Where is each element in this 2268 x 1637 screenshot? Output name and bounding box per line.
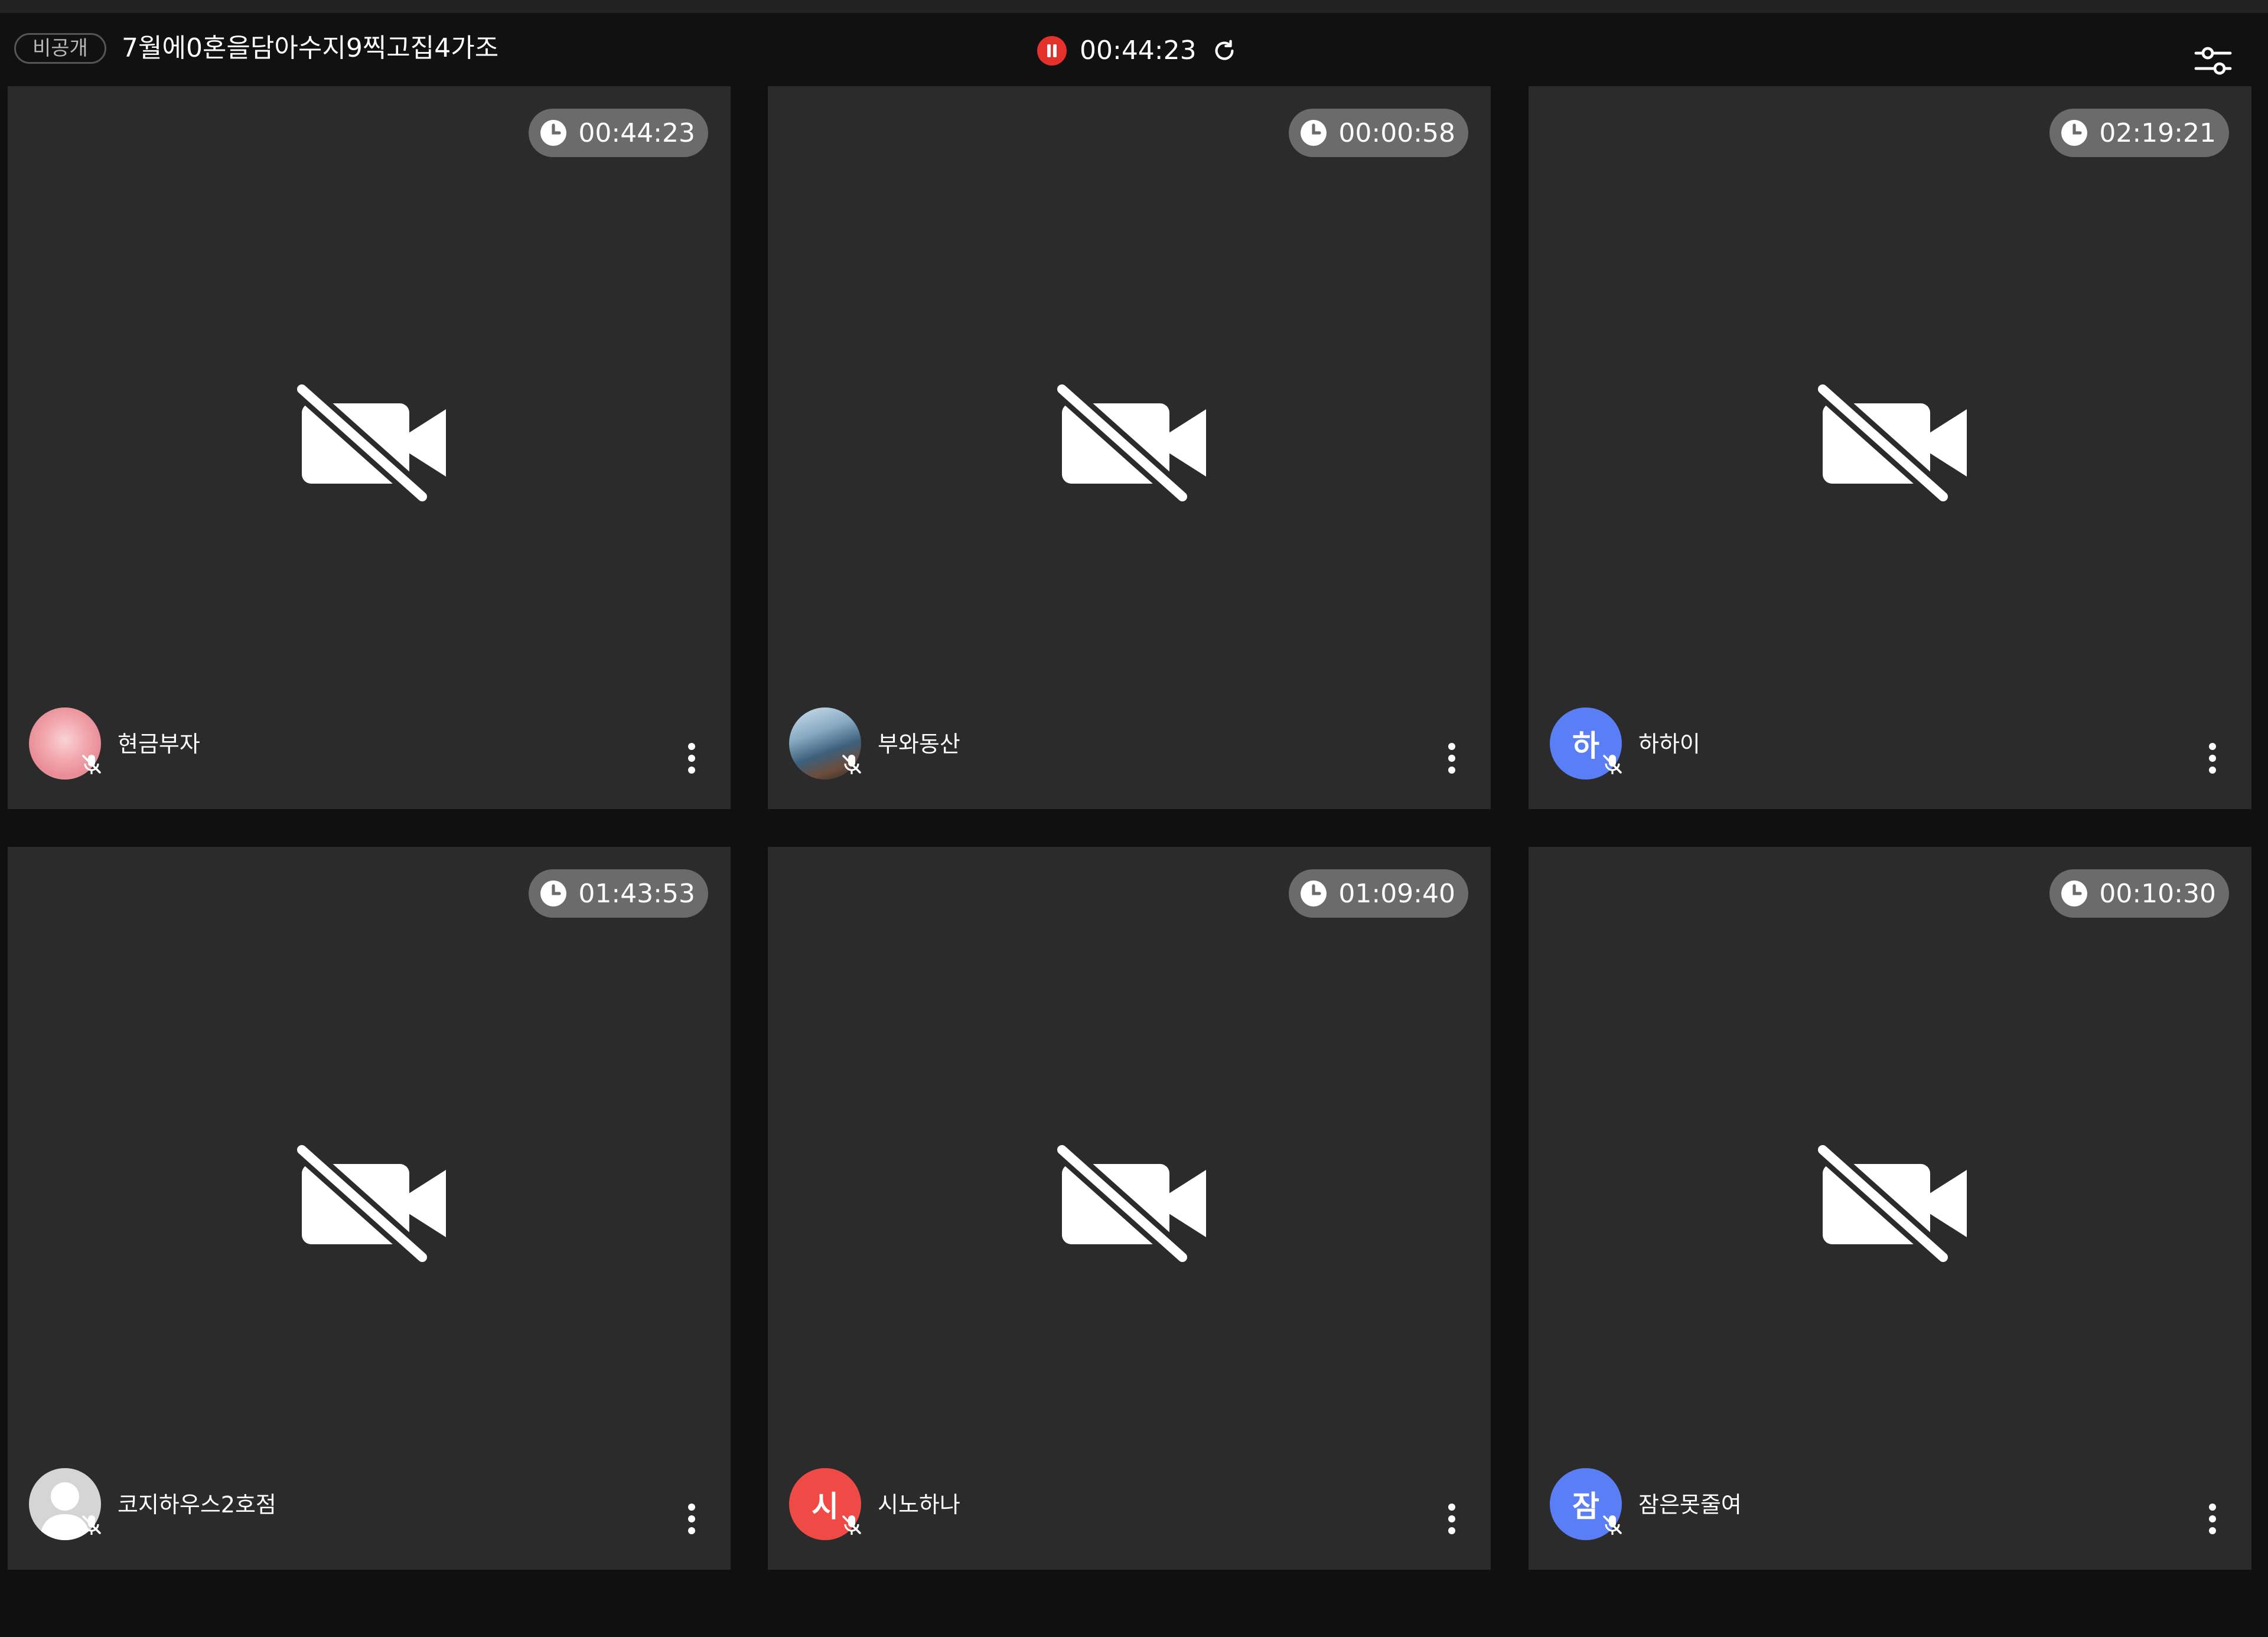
camera-off-icon xyxy=(297,1145,446,1262)
video-room-app: 비공개 7월에0혼을담아수지9찍고집4가조 00:44:23 00:44:23 xyxy=(0,0,2268,1637)
participation-timer: 00:44:23 xyxy=(529,109,708,157)
participant-tile[interactable]: 00:44:23 현금부자 xyxy=(8,86,731,809)
more-options-icon[interactable] xyxy=(2207,741,2218,776)
camera-off-icon xyxy=(297,384,446,501)
room-title: 7월에0혼을담아수지9찍고집4가조 xyxy=(122,33,499,63)
session-timer-group: 00:44:23 xyxy=(1037,33,1238,69)
timer-text: 01:43:53 xyxy=(578,878,695,909)
participant-name: 부와동산 xyxy=(878,731,960,757)
participation-timer: 02:19:21 xyxy=(2049,109,2229,157)
room-header: 비공개 7월에0혼을담아수지9찍고집4가조 00:44:23 xyxy=(0,13,2268,89)
clock-icon xyxy=(1301,881,1327,906)
participant-tile[interactable]: 01:43:53 코지하우스2호점 xyxy=(8,847,731,1570)
session-timer: 00:44:23 xyxy=(1080,35,1197,66)
participant-tile[interactable]: 00:10:30 잠 잠은못줄여 xyxy=(1529,847,2251,1570)
mic-off-icon xyxy=(1603,755,1622,774)
pause-record-icon[interactable] xyxy=(1037,36,1067,66)
participant-name: 잠은못줄여 xyxy=(1638,1492,1742,1518)
mic-off-icon xyxy=(82,1515,101,1535)
mic-off-icon xyxy=(82,755,101,774)
timer-text: 01:09:40 xyxy=(1338,878,1455,909)
participant-name: 시노하나 xyxy=(878,1492,960,1518)
more-options-icon[interactable] xyxy=(686,1501,698,1537)
clock-icon xyxy=(540,881,567,906)
participation-timer: 01:43:53 xyxy=(529,869,708,918)
refresh-icon[interactable] xyxy=(1211,37,1238,64)
participation-timer: 01:09:40 xyxy=(1289,869,1468,918)
camera-off-icon xyxy=(1057,1145,1206,1262)
camera-off-icon xyxy=(1818,1145,1967,1262)
participant-name: 현금부자 xyxy=(118,731,200,757)
more-options-icon[interactable] xyxy=(1446,741,1458,776)
timer-text: 00:10:30 xyxy=(2099,878,2216,909)
mic-off-icon xyxy=(842,1515,861,1535)
clock-icon xyxy=(1301,120,1327,146)
camera-off-icon xyxy=(1057,384,1206,501)
bottom-bar xyxy=(0,1571,2268,1637)
settings-sliders-icon[interactable] xyxy=(2194,43,2233,79)
participant-tile[interactable]: 02:19:21 하 하하이 xyxy=(1529,86,2251,809)
participant-name: 하하이 xyxy=(1638,731,1700,757)
mic-off-icon xyxy=(1603,1515,1622,1535)
top-strip xyxy=(0,0,2268,13)
mic-off-icon xyxy=(842,755,861,774)
clock-icon xyxy=(2061,881,2088,906)
more-options-icon[interactable] xyxy=(686,741,698,776)
participation-timer: 00:10:30 xyxy=(2049,869,2229,918)
participation-timer: 00:00:58 xyxy=(1289,109,1468,157)
participant-tile[interactable]: 01:09:40 시 시노하나 xyxy=(768,847,1491,1570)
clock-icon xyxy=(540,120,567,146)
more-options-icon[interactable] xyxy=(1446,1501,1458,1537)
participant-name: 코지하우스2호점 xyxy=(118,1492,276,1518)
participant-tile[interactable]: 00:00:58 부와동산 xyxy=(768,86,1491,809)
more-options-icon[interactable] xyxy=(2207,1501,2218,1537)
camera-off-icon xyxy=(1818,384,1967,501)
timer-text: 00:44:23 xyxy=(578,118,695,148)
timer-text: 02:19:21 xyxy=(2099,118,2216,148)
visibility-badge: 비공개 xyxy=(14,33,106,64)
timer-text: 00:00:58 xyxy=(1338,118,1455,148)
clock-icon xyxy=(2061,120,2088,146)
